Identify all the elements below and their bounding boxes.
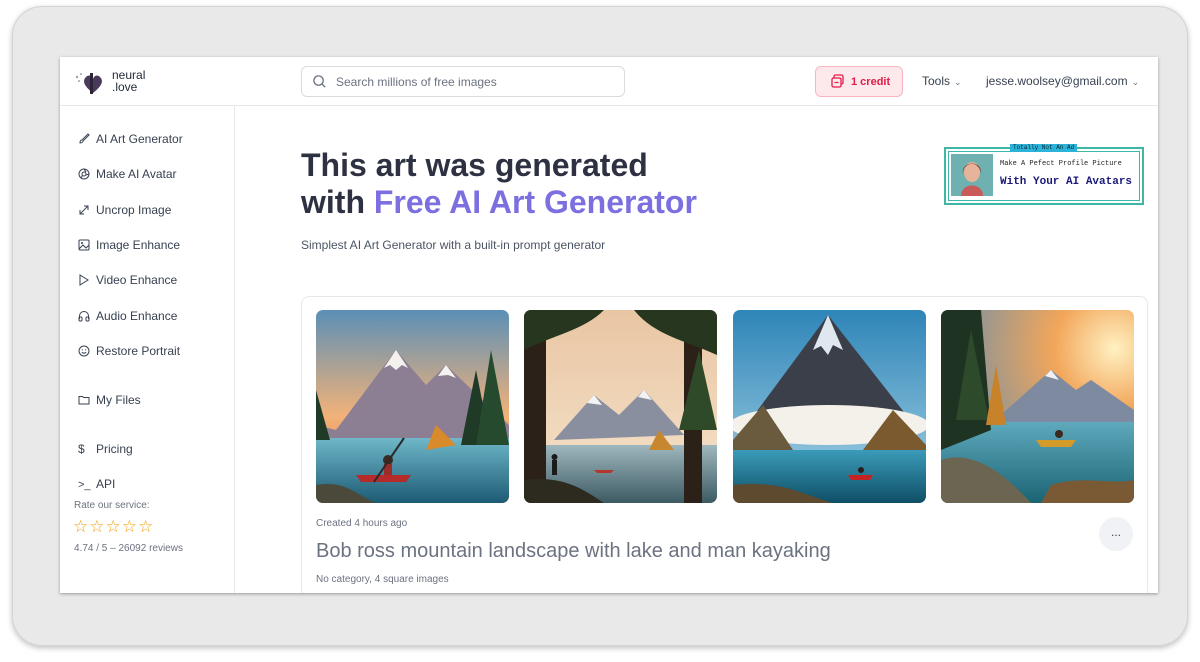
folder-icon bbox=[78, 396, 90, 405]
brush-icon bbox=[79, 133, 90, 144]
top-header: neural .love 1 credit Tools⌄ jesse.wools… bbox=[60, 57, 1158, 106]
sidebar-item-label: Audio Enhance bbox=[96, 309, 178, 323]
search-input[interactable] bbox=[334, 71, 618, 93]
generation-result-card: Created 4 hours ago Bob ross mountain la… bbox=[301, 296, 1148, 593]
sidebar-item-video-enhance[interactable]: Video Enhance bbox=[78, 273, 177, 289]
title-prefix: with bbox=[301, 184, 374, 220]
logo-line2: .love bbox=[112, 80, 138, 94]
result-meta: No category, 4 square images bbox=[316, 574, 449, 585]
credit-label: 1 credit bbox=[851, 76, 891, 88]
page-title: This art was generated with Free AI Art … bbox=[301, 147, 821, 221]
generated-image-3[interactable] bbox=[733, 310, 926, 503]
portrait-illustration bbox=[951, 154, 993, 196]
generated-image-2[interactable] bbox=[524, 310, 717, 503]
user-menu[interactable]: jesse.woolsey@gmail.com ⌄ bbox=[986, 74, 1139, 88]
ad-line2: With Your AI Avatars bbox=[1000, 176, 1133, 188]
star-icon[interactable]: ☆ bbox=[106, 517, 121, 536]
title-accent-link[interactable]: Free AI Art Generator bbox=[374, 184, 697, 220]
sidebar-item-restore-portrait[interactable]: Restore Portrait bbox=[78, 344, 180, 360]
tools-label: Tools bbox=[922, 74, 951, 88]
sidebar-item-label: Video Enhance bbox=[96, 273, 178, 287]
sidebar-item-my-files[interactable]: My Files bbox=[78, 393, 141, 409]
user-email: jesse.woolsey@gmail.com bbox=[986, 74, 1128, 88]
title-line2: with Free AI Art Generator bbox=[301, 184, 821, 221]
sidebar-item-label: Pricing bbox=[96, 442, 133, 456]
star-icon[interactable]: ☆ bbox=[138, 517, 153, 536]
sidebar-item-uncrop-image[interactable]: Uncrop Image bbox=[78, 203, 171, 219]
ellipsis-icon: ... bbox=[1110, 525, 1121, 539]
sidebar-item-label: Uncrop Image bbox=[96, 203, 172, 217]
ai-avatar-ad-banner[interactable]: Totally Not An Ad Make A Pefect Profile … bbox=[944, 144, 1144, 205]
rating-summary: 4.74 / 5 – 26092 reviews bbox=[74, 543, 183, 554]
headphones-icon bbox=[78, 311, 90, 322]
sidebar-item-label: Image Enhance bbox=[96, 238, 181, 252]
landscape-image bbox=[316, 310, 509, 503]
neural-love-logo[interactable]: neural .love bbox=[74, 69, 164, 95]
terminal-icon: >_ bbox=[78, 479, 91, 491]
more-options-button[interactable]: ... bbox=[1099, 517, 1133, 551]
search-box[interactable] bbox=[301, 66, 625, 97]
title-line1: This art was generated bbox=[301, 147, 648, 183]
sidebar-item-ai-art-generator[interactable]: AI Art Generator bbox=[78, 132, 183, 148]
landscape-image bbox=[941, 310, 1134, 503]
chevron-down-icon: ⌄ bbox=[954, 77, 962, 87]
generated-image-1[interactable] bbox=[316, 310, 509, 503]
landscape-image bbox=[524, 310, 717, 503]
sidebar-item-api[interactable]: >_ API bbox=[78, 477, 115, 493]
sidebar: AI Art Generator Make AI Avatar Uncrop I… bbox=[60, 106, 235, 593]
ad-line1: Make A Pefect Profile Picture bbox=[1000, 160, 1122, 168]
credit-stack-icon bbox=[831, 74, 844, 88]
image-icon bbox=[78, 239, 90, 251]
star-icon[interactable]: ☆ bbox=[73, 517, 88, 536]
created-timestamp: Created 4 hours ago bbox=[316, 518, 408, 529]
sidebar-item-pricing[interactable]: $ Pricing bbox=[78, 442, 133, 458]
expand-icon bbox=[79, 205, 89, 215]
generated-image-4[interactable] bbox=[941, 310, 1134, 503]
landscape-image bbox=[733, 310, 926, 503]
sidebar-item-audio-enhance[interactable]: Audio Enhance bbox=[78, 309, 177, 325]
star-icon[interactable]: ☆ bbox=[89, 517, 104, 536]
sidebar-item-label: Make AI Avatar bbox=[96, 167, 177, 181]
ad-portrait-image bbox=[951, 154, 993, 196]
sidebar-item-label: My Files bbox=[96, 393, 141, 407]
sidebar-item-image-enhance[interactable]: Image Enhance bbox=[78, 238, 180, 254]
prompt-text: Bob ross mountain landscape with lake an… bbox=[316, 540, 831, 562]
rate-service-title: Rate our service: bbox=[74, 500, 150, 511]
credits-button[interactable]: 1 credit bbox=[815, 66, 903, 97]
browser-viewport: neural .love 1 credit Tools⌄ jesse.wools… bbox=[60, 57, 1158, 593]
tools-menu[interactable]: Tools ⌄ bbox=[922, 74, 962, 88]
aperture-icon bbox=[78, 168, 90, 180]
sidebar-item-label: Restore Portrait bbox=[96, 344, 181, 358]
dollar-icon: $ bbox=[78, 442, 85, 456]
sidebar-item-make-ai-avatar[interactable]: Make AI Avatar bbox=[78, 167, 177, 183]
ad-tag: Totally Not An Ad bbox=[1010, 144, 1078, 152]
star-icon[interactable]: ☆ bbox=[122, 517, 137, 536]
play-icon bbox=[79, 274, 89, 286]
device-frame: neural .love 1 credit Tools⌄ jesse.wools… bbox=[12, 6, 1188, 646]
page-subtitle: Simplest AI Art Generator with a built-i… bbox=[301, 238, 606, 252]
star-rating[interactable]: ☆☆☆☆☆ bbox=[73, 518, 154, 536]
sidebar-item-label: AI Art Generator bbox=[96, 132, 183, 146]
sidebar-item-label: API bbox=[96, 477, 116, 491]
heart-logo-icon bbox=[75, 73, 102, 94]
chevron-down-icon: ⌄ bbox=[1131, 77, 1140, 87]
smile-icon bbox=[78, 345, 90, 357]
logo-text: neural .love bbox=[112, 69, 145, 93]
search-icon bbox=[313, 75, 326, 88]
